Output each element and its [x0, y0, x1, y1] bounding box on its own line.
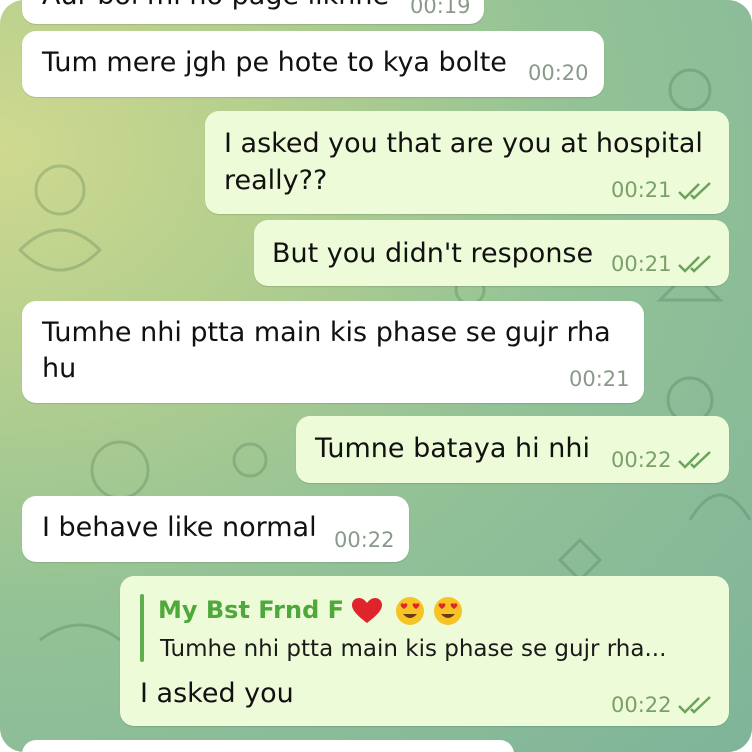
message-text-line1: I asked you that are you at hospital [224, 128, 703, 159]
reply-sender-label: My Bst Frnd F [158, 596, 344, 624]
chat-background: Aur bol mi no page likhne 00:19 Tum mere… [0, 0, 752, 752]
message-text: Aur bol mi no page likhne [42, 0, 389, 14]
message-time: 00:21 [569, 367, 630, 391]
message-text-line1: Tumhe nhi ptta main kis phase se gujr rh… [42, 317, 611, 348]
double-check-icon [678, 182, 711, 200]
heart-eyes-emoji-icon [395, 597, 424, 625]
message-time: 00:21 [611, 252, 672, 276]
message-time: 00:20 [528, 61, 589, 85]
reply-accent-bar [140, 594, 144, 662]
message-bubble-outgoing[interactable]: But you didn't response 00:21 [254, 220, 729, 286]
message-bubble-outgoing[interactable]: I asked you that are you at hospital rea… [205, 111, 729, 214]
message-text-line2: really?? [224, 165, 328, 196]
message-text: Tum mere jgh pe hote to kya bolte [42, 47, 507, 78]
message-text: Tumne bataya hi nhi [315, 433, 590, 464]
message-bubble-incoming-partial[interactable] [22, 740, 514, 752]
double-check-icon [678, 696, 711, 714]
message-bubble-incoming[interactable]: Tumhe nhi ptta main kis phase se gujr rh… [22, 301, 644, 403]
message-time: 00:19 [410, 0, 471, 18]
red-heart-icon [352, 598, 383, 623]
message-time: 00:22 [611, 448, 672, 472]
message-text-line2: hu [42, 353, 77, 384]
message-time: 00:22 [334, 528, 395, 552]
message-time: 00:22 [611, 693, 672, 717]
message-text: I behave like normal [42, 512, 317, 543]
message-bubble-incoming[interactable]: I behave like normal 00:22 [22, 496, 409, 562]
heart-eyes-emoji-icon [434, 597, 463, 625]
message-bubble-outgoing-reply[interactable]: My Bst Frnd F Tumhe nhi ptta main kis ph… [120, 576, 729, 726]
message-text: I asked you [140, 678, 294, 709]
message-time: 00:21 [611, 178, 672, 202]
message-bubble-incoming[interactable]: Aur bol mi no page likhne 00:19 [22, 0, 484, 24]
double-check-icon [678, 451, 711, 469]
message-text: But you didn't response [272, 238, 594, 269]
reply-quoted-text: Tumhe nhi ptta main kis phase se gujr rh… [160, 636, 667, 662]
message-bubble-incoming[interactable]: Tum mere jgh pe hote to kya bolte 00:20 [22, 31, 604, 97]
reply-sender-name[interactable]: My Bst Frnd F [158, 596, 463, 626]
message-bubble-outgoing[interactable]: Tumne bataya hi nhi 00:22 [296, 416, 729, 483]
double-check-icon [678, 255, 711, 273]
